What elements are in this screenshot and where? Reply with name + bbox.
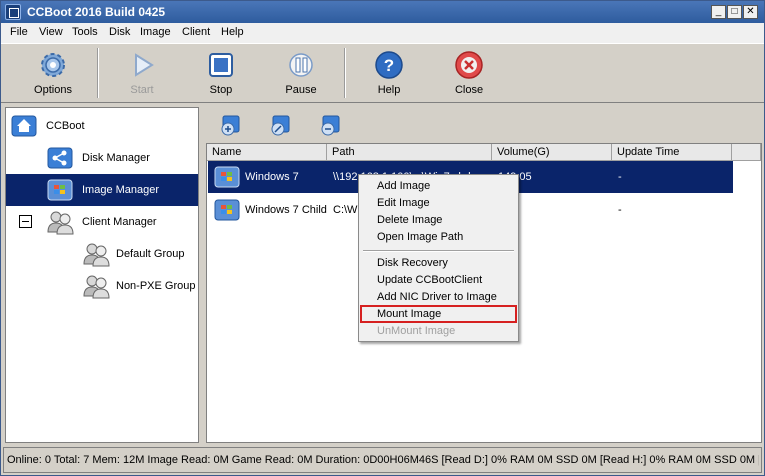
menu-item-add-nic-driver[interactable]: Add NIC Driver to Image xyxy=(360,289,517,306)
menu-item-delete-image[interactable]: Delete Image xyxy=(360,212,517,229)
column-header-volume[interactable]: Volume(G) xyxy=(492,144,612,161)
close-window-button[interactable]: ✕ xyxy=(743,5,758,19)
gear-icon xyxy=(41,53,65,77)
add-image-icon[interactable] xyxy=(220,113,244,137)
windows-image-icon xyxy=(214,166,240,188)
toolbar-separator xyxy=(97,48,99,98)
app-icon xyxy=(5,4,21,20)
menu-tools[interactable]: Tools xyxy=(72,26,98,38)
pause-icon xyxy=(289,53,313,77)
options-label: Options xyxy=(34,84,72,96)
windows-image-icon xyxy=(47,179,73,201)
users-icon xyxy=(83,243,110,267)
column-header-update-time[interactable]: Update Time xyxy=(612,144,732,161)
cell-name: Windows 7 xyxy=(245,171,299,183)
users-icon xyxy=(83,275,110,299)
tree-item-default-group[interactable]: Default Group xyxy=(6,238,198,270)
maximize-button[interactable]: □ xyxy=(727,5,742,19)
context-menu: Add Image Edit Image Delete Image Open I… xyxy=(358,174,519,342)
menu-separator xyxy=(363,250,514,252)
svg-text:?: ? xyxy=(384,56,394,75)
tree-item-ccboot[interactable]: CCBoot xyxy=(6,110,198,142)
start-label: Start xyxy=(130,84,154,96)
menu-item-disk-recovery[interactable]: Disk Recovery xyxy=(360,255,517,272)
menu-image[interactable]: Image xyxy=(140,26,171,38)
tree-label-ccboot: CCBoot xyxy=(46,120,85,132)
cell-update-time: - xyxy=(618,171,622,183)
menu-client[interactable]: Client xyxy=(182,26,210,38)
users-icon xyxy=(47,211,74,235)
edit-image-icon[interactable] xyxy=(270,113,294,137)
status-text: Online: 0 Total: 7 Mem: 12M Image Read: … xyxy=(7,454,759,466)
close-button[interactable]: Close xyxy=(428,44,510,102)
menu-item-open-image-path[interactable]: Open Image Path xyxy=(360,229,517,246)
menu-item-update-ccbootclient[interactable]: Update CCBootClient xyxy=(360,272,517,289)
help-icon: ? xyxy=(375,51,403,79)
main-toolbar: Options Start Stop Pause ? Help Close xyxy=(1,43,764,103)
window-title: CCBoot 2016 Build 0425 xyxy=(27,5,166,19)
close-label: Close xyxy=(454,84,484,96)
menu-view[interactable]: View xyxy=(39,26,63,38)
play-icon xyxy=(135,53,154,77)
help-label: Help xyxy=(377,84,401,96)
help-button[interactable]: ? Help xyxy=(348,44,430,102)
status-bar: Online: 0 Total: 7 Mem: 12M Image Read: … xyxy=(3,447,762,473)
menu-help[interactable]: Help xyxy=(221,26,244,38)
menu-item-mount-image[interactable]: Mount Image xyxy=(360,305,517,323)
stop-label: Stop xyxy=(209,84,233,96)
pause-button[interactable]: Pause xyxy=(260,44,342,102)
collapse-toggle[interactable] xyxy=(19,215,32,228)
stop-icon xyxy=(209,53,233,77)
menu-item-unmount-image[interactable]: UnMount Image xyxy=(360,323,517,340)
cell-name: Windows 7 Child xyxy=(245,204,327,216)
menu-bar: File View Tools Disk Image Client Help xyxy=(1,23,764,43)
app-window: CCBoot 2016 Build 0425 _ □ ✕ File View T… xyxy=(0,0,765,476)
tree-label-disk-manager: Disk Manager xyxy=(82,152,150,164)
tree-label-default-group: Default Group xyxy=(116,248,185,260)
options-button[interactable]: Options xyxy=(12,44,94,102)
tree-label-client-manager: Client Manager xyxy=(82,216,157,228)
start-button[interactable]: Start xyxy=(101,44,183,102)
tree-item-non-pxe-group[interactable]: Non-PXE Group xyxy=(6,270,198,302)
tree-label-image-manager: Image Manager xyxy=(82,184,160,196)
close-icon xyxy=(455,51,483,79)
menu-disk[interactable]: Disk xyxy=(109,26,130,38)
tree-item-image-manager[interactable]: Image Manager xyxy=(6,174,198,206)
title-bar: CCBoot 2016 Build 0425 _ □ ✕ xyxy=(1,1,764,23)
windows-image-icon xyxy=(214,199,240,221)
tree-label-non-pxe-group: Non-PXE Group xyxy=(116,280,196,292)
menu-item-edit-image[interactable]: Edit Image xyxy=(360,195,517,212)
column-header-filler xyxy=(732,144,761,161)
menu-file[interactable]: File xyxy=(10,26,28,38)
minimize-button[interactable]: _ xyxy=(711,5,726,19)
image-toolbar xyxy=(206,107,762,143)
column-header-name[interactable]: Name xyxy=(207,144,327,161)
stop-button[interactable]: Stop xyxy=(180,44,262,102)
home-icon xyxy=(11,115,37,137)
cell-update-time: - xyxy=(618,204,622,216)
toolbar-separator xyxy=(344,48,346,98)
navigation-tree: CCBoot Disk Manager Image Manager Client… xyxy=(5,107,199,443)
delete-image-icon[interactable] xyxy=(320,113,344,137)
tree-item-client-manager[interactable]: Client Manager xyxy=(6,206,198,238)
column-header-path[interactable]: Path xyxy=(327,144,492,161)
tree-item-disk-manager[interactable]: Disk Manager xyxy=(6,142,198,174)
share-drive-icon xyxy=(47,147,73,169)
menu-item-add-image[interactable]: Add Image xyxy=(360,178,517,195)
pause-label: Pause xyxy=(285,84,317,96)
